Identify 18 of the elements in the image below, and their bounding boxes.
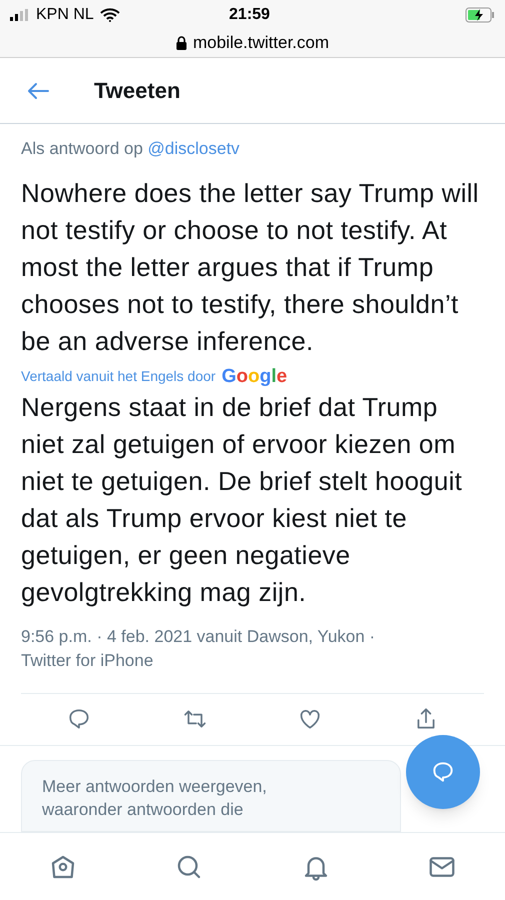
page-title: Tweeten bbox=[94, 77, 180, 105]
translation-label: Vertaald vanuit het Engels door bbox=[21, 366, 216, 386]
translation-logo: Google bbox=[222, 366, 288, 386]
mention-link[interactable]: @disclosetv bbox=[148, 139, 240, 158]
signal-icon bbox=[10, 9, 30, 21]
back-arrow-icon[interactable] bbox=[26, 80, 50, 100]
lock-icon bbox=[176, 36, 187, 50]
tweet-text: Nowhere does the letter say Trump will not testify or choose to not testify. At most the letter argues that if Trump chooses not to testify, there shouldn’t be an adverse inference. bbox=[21, 176, 480, 358]
more-replies-card[interactable]: Meer antwoorden weergeven, waaronder antwoorden die bbox=[21, 760, 401, 832]
reply-to-line: Als antwoord op @disclosetv bbox=[21, 138, 241, 160]
tweet-meta: 9:56 p.m. · 4 feb. 2021 vanuit Dawson, Yukon · Twitter for iPhone bbox=[21, 626, 376, 672]
wifi-icon bbox=[100, 8, 120, 22]
battery-charging-icon bbox=[465, 7, 495, 23]
url-text[interactable]: mobile.twitter.com bbox=[192, 30, 330, 56]
carrier-name: KPN NL bbox=[36, 5, 94, 25]
status-time: 21:59 bbox=[228, 5, 271, 25]
translated-text: Nergens staat in de brief dat Trump niet zal getuigen of ervoor kiezen om niet te getuigen. De brief stelt hooguit dat als Trump ervoor kiest niet te getuigen, er geen negatieve gevolgtrekking mag zijn. bbox=[21, 390, 464, 608]
more-replies-text: Meer antwoorden weergeven, waaronder antwoorden die bbox=[42, 776, 268, 821]
